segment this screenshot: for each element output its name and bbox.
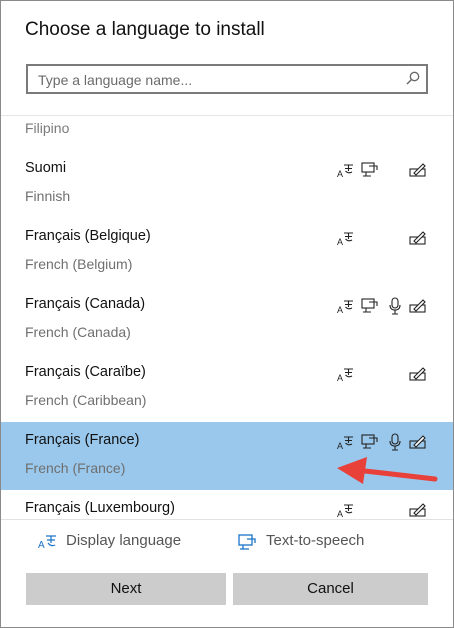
handwriting-icon <box>409 229 427 247</box>
handwriting-icon <box>409 433 427 451</box>
cancel-button[interactable]: Cancel <box>233 573 428 605</box>
display-language-icon: A <box>337 297 355 315</box>
speech-recognition-icon <box>386 433 404 451</box>
next-button[interactable]: Next <box>26 573 226 605</box>
display-language-icon: A <box>337 229 355 247</box>
svg-text:A: A <box>38 540 45 551</box>
language-english-name: French (Canada) <box>25 324 131 340</box>
display-language-icon: A <box>337 365 355 383</box>
language-install-dialog: Choose a language to install Filipino Su… <box>0 0 454 628</box>
display-language-icon: A <box>337 433 355 451</box>
language-native-name: Français (Canada) <box>25 296 146 312</box>
display-language-icon: A <box>337 501 355 519</box>
language-native-name: Français (Caraïbe) <box>25 364 146 380</box>
list-item-partial[interactable]: Filipino <box>25 120 69 136</box>
language-native-name: Français (Belgique) <box>25 228 151 244</box>
language-list-item[interactable]: Français (Belgique) French (Belgium) A <box>1 218 453 286</box>
language-list-item[interactable]: Français (Canada) French (Canada) A <box>1 286 453 354</box>
handwriting-icon <box>409 365 427 383</box>
language-english-name: Finnish <box>25 188 71 204</box>
language-english-name: French (Caribbean) <box>25 392 147 408</box>
handwriting-icon <box>409 501 427 519</box>
annotation-arrow-icon <box>337 457 438 484</box>
text-to-speech-icon <box>361 161 379 179</box>
display-language-icon: A <box>38 535 56 551</box>
svg-text:A: A <box>337 169 343 179</box>
dialog-title: Choose a language to install <box>25 19 265 40</box>
svg-text:A: A <box>337 373 343 383</box>
svg-text:A: A <box>337 237 343 247</box>
language-english-name: French (Belgium) <box>25 256 133 272</box>
text-to-speech-icon <box>238 534 256 550</box>
legend-display-language-label: Display language <box>66 532 182 549</box>
text-to-speech-icon <box>361 297 379 315</box>
search-input[interactable] <box>36 68 400 92</box>
handwriting-icon <box>409 297 427 315</box>
display-language-icon: A <box>337 161 355 179</box>
speech-recognition-icon <box>386 297 404 315</box>
legend-text-to-speech-label: Text-to-speech <box>266 532 365 549</box>
language-search-box[interactable] <box>26 64 428 94</box>
language-english-name: French (France) <box>25 460 126 476</box>
search-icon[interactable] <box>406 71 420 85</box>
text-to-speech-icon <box>361 433 379 451</box>
language-native-name: Français (France) <box>25 432 140 448</box>
svg-text:A: A <box>337 305 343 315</box>
svg-text:A: A <box>337 441 343 451</box>
svg-text:A: A <box>337 509 343 519</box>
language-list-item[interactable]: Suomi Finnish A <box>1 150 453 218</box>
handwriting-icon <box>409 161 427 179</box>
language-native-name: Suomi <box>25 160 67 176</box>
language-native-name: Français (Luxembourg) <box>25 500 175 516</box>
language-list-item[interactable]: Français (Luxembourg) A <box>1 490 453 520</box>
language-list-item[interactable]: Français (Caraïbe) French (Caribbean) A <box>1 354 453 422</box>
footer: A Display language Text-to-speech Next C… <box>1 519 453 627</box>
